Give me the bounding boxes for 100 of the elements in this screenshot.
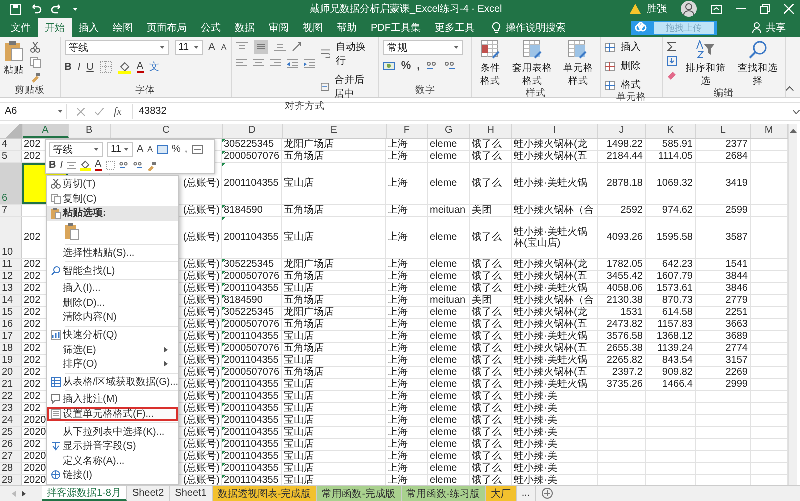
column-header[interactable]: D	[222, 124, 283, 138]
currency-icon[interactable]	[383, 61, 396, 71]
menu-item[interactable]: 插入批注(M)	[47, 392, 178, 407]
bold-button[interactable]: B	[49, 160, 56, 171]
row-header[interactable]: 24	[0, 415, 22, 426]
menu-item[interactable]: 设置单元格格式(F)...	[47, 406, 178, 422]
style-button[interactable]: 条件格式	[476, 40, 505, 88]
align-left-icon[interactable]	[236, 59, 247, 69]
font-style-button[interactable]: U	[86, 62, 94, 72]
menu-item[interactable]: 删除(D)...	[47, 296, 178, 310]
column-header[interactable]: K	[646, 124, 696, 138]
add-sheet-icon[interactable]	[542, 488, 554, 499]
row-header[interactable]: 15	[0, 307, 22, 318]
sheet-tab[interactable]: 拌客源数据1-8月	[42, 486, 128, 501]
column-header[interactable]: E	[282, 124, 386, 138]
font-name-field[interactable]: 等线	[64, 40, 169, 55]
font-color-button[interactable]: A	[136, 62, 144, 72]
font-color-button[interactable]: A	[95, 160, 102, 171]
menu-item[interactable]: 从表格/区域获取数据(G)...	[47, 374, 178, 390]
tell-me-search[interactable]: 操作说明搜索	[506, 20, 566, 34]
row-header[interactable]: 13	[0, 283, 22, 294]
expand-icon[interactable]	[793, 110, 800, 114]
align-center-icon[interactable]	[252, 59, 264, 69]
middle-align-icon[interactable]	[254, 40, 268, 54]
borders-icon[interactable]	[106, 161, 115, 170]
shrink-font-button[interactable]: A	[221, 43, 227, 52]
font-style-button[interactable]: I	[78, 62, 81, 72]
user-name[interactable]: 胜强	[647, 2, 667, 16]
style-button[interactable]: 套用表格格式	[510, 40, 555, 88]
row-header[interactable]: 5	[0, 151, 22, 162]
sheet-tab[interactable]: 大厂	[486, 486, 517, 501]
avatar-icon[interactable]	[681, 1, 697, 17]
scissors-icon[interactable]	[30, 42, 41, 53]
copy-icon[interactable]	[30, 57, 41, 68]
ribbon-tab[interactable]: 公式	[194, 18, 228, 37]
row-header[interactable]: 21	[0, 379, 22, 390]
vertical-scrollbar[interactable]	[788, 124, 797, 485]
shrink-font-button[interactable]: A	[148, 145, 154, 154]
row-header[interactable]: 22	[0, 391, 22, 402]
ribbon-tab[interactable]: 插入	[72, 18, 106, 37]
column-header[interactable]: H	[470, 124, 512, 138]
cell-styles-icon[interactable]	[157, 145, 168, 154]
sheet-tab[interactable]: 常用函数-练习版	[402, 486, 486, 501]
menu-item[interactable]: 插入(I)...	[47, 280, 178, 296]
column-header[interactable]: L	[696, 124, 752, 138]
percent-button[interactable]: %	[172, 144, 181, 155]
sheet-tab[interactable]: 常用函数-完成版	[317, 486, 402, 501]
undo-icon[interactable]	[30, 4, 42, 14]
number-style-button[interactable]: ,	[417, 60, 420, 72]
number-format-field[interactable]: 常规	[383, 40, 464, 55]
cells-button[interactable]: 格式	[621, 78, 641, 92]
style-button[interactable]: 单元格样式	[560, 40, 596, 88]
eraser-icon[interactable]	[666, 70, 677, 80]
row-header[interactable]: 11	[0, 259, 22, 270]
column-header[interactable]: G	[428, 124, 470, 138]
cancel-icon[interactable]	[77, 108, 85, 116]
redo-icon[interactable]	[51, 4, 63, 14]
row-header[interactable]: 26	[0, 439, 22, 450]
ribbon-tab[interactable]: 页面布局	[140, 18, 194, 37]
row-header[interactable]: 28	[0, 463, 22, 474]
row-header[interactable]: 23	[0, 403, 22, 414]
italic-button[interactable]: I	[60, 160, 64, 171]
ribbon-tab[interactable]: 帮助	[330, 18, 364, 37]
scroll-right-icon[interactable]	[22, 490, 26, 496]
paste-option-icon[interactable]	[65, 223, 79, 240]
fill-color-icon[interactable]	[80, 160, 92, 171]
menu-item[interactable]: 复制(C)	[47, 192, 178, 206]
font-name-field[interactable]: 等线	[49, 142, 103, 157]
autosum-icon[interactable]	[666, 42, 677, 52]
increase-decimal-icon[interactable]	[118, 161, 129, 170]
menu-item[interactable]: 剪切(T)	[47, 177, 178, 192]
wrap-text-button[interactable]: 自动换行	[336, 40, 374, 68]
number-style-button[interactable]: %	[401, 60, 412, 72]
font-style-button[interactable]: B	[64, 62, 72, 72]
insert-function-button[interactable]: fx	[114, 106, 122, 118]
menu-item[interactable]: 显示拼音字段(S)	[47, 438, 178, 454]
row-header[interactable]: 12	[0, 271, 22, 282]
row-header[interactable]: 16	[0, 319, 22, 330]
ribbon-tab[interactable]: 视图	[296, 18, 330, 37]
row-header[interactable]: 17	[0, 331, 22, 342]
row-header[interactable]: 4	[0, 139, 22, 150]
top-align-icon[interactable]	[236, 42, 248, 52]
name-box[interactable]: A6	[2, 104, 67, 119]
menu-item[interactable]: 排序(O)	[47, 356, 178, 372]
menu-item[interactable]: 从下拉列表中选择(K)...	[47, 424, 178, 439]
editing-button[interactable]: 排序和筛选	[682, 40, 729, 88]
fill-icon[interactable]	[666, 56, 677, 66]
row-header[interactable]: 14	[0, 295, 22, 306]
enter-icon[interactable]	[95, 108, 104, 116]
column-header[interactable]: B	[68, 124, 111, 138]
decrease-decimal-icon[interactable]	[132, 161, 143, 170]
customize-icon[interactable]	[72, 6, 79, 12]
row-header[interactable]: 6	[0, 163, 22, 204]
row-header[interactable]: 19	[0, 355, 22, 366]
font-size-field[interactable]: 11	[174, 40, 203, 55]
menu-item[interactable]: 链接(I)	[47, 468, 178, 483]
column-header[interactable]: F	[386, 124, 428, 138]
row-header[interactable]: 7	[0, 205, 22, 216]
column-header[interactable]: C	[110, 124, 223, 138]
merge-icon[interactable]	[192, 145, 203, 154]
